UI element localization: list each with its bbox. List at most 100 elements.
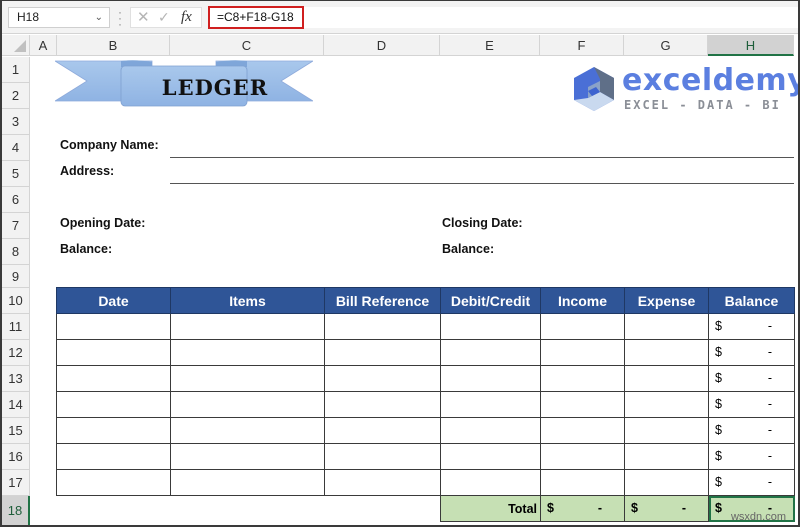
row-header-12[interactable]: 12 <box>2 340 30 366</box>
income-cell[interactable] <box>540 313 625 340</box>
debit-credit-cell[interactable] <box>440 339 541 366</box>
row-header-5[interactable]: 5 <box>2 161 30 187</box>
bill-reference-cell[interactable] <box>324 339 441 366</box>
bill-reference-cell[interactable] <box>324 417 441 444</box>
date-cell[interactable] <box>56 391 171 418</box>
row-header-15[interactable]: 15 <box>2 418 30 444</box>
balance-cell[interactable]: $ - <box>708 391 795 418</box>
currency-symbol: $ <box>715 501 722 515</box>
row-header-10[interactable]: 10 <box>2 288 30 314</box>
income-cell[interactable] <box>540 365 625 392</box>
debit-credit-cell[interactable] <box>440 313 541 340</box>
column-header-g[interactable]: G <box>624 35 708 56</box>
cancel-icon[interactable]: ✕ <box>137 8 150 27</box>
header-bill-reference[interactable]: Bill Reference <box>324 287 441 314</box>
formula-input[interactable]: =C8+F18-G18 <box>208 6 304 29</box>
column-header-h[interactable]: H <box>708 35 794 56</box>
enter-icon[interactable]: ✓ <box>158 8 170 27</box>
date-cell[interactable] <box>56 339 171 366</box>
column-header-a[interactable]: A <box>30 35 57 56</box>
items-cell[interactable] <box>170 417 325 444</box>
expense-cell[interactable] <box>624 391 709 418</box>
column-header-d[interactable]: D <box>324 35 440 56</box>
debit-credit-cell[interactable] <box>440 469 541 496</box>
row-header-4[interactable]: 4 <box>2 135 30 161</box>
table-header-row: Date Items Bill Reference Debit/Credit I… <box>56 287 795 314</box>
debit-credit-cell[interactable] <box>440 365 541 392</box>
income-cell[interactable] <box>540 443 625 470</box>
balance-cell[interactable]: $ - <box>708 443 795 470</box>
bill-reference-cell[interactable] <box>324 391 441 418</box>
column-header-e[interactable]: E <box>440 35 540 56</box>
select-all-button[interactable] <box>2 35 30 56</box>
date-cell[interactable] <box>56 313 171 340</box>
row-header-14[interactable]: 14 <box>2 392 30 418</box>
items-cell[interactable] <box>170 443 325 470</box>
header-income[interactable]: Income <box>540 287 625 314</box>
company-name-field[interactable] <box>170 157 794 158</box>
expense-cell[interactable] <box>624 469 709 496</box>
bill-reference-cell[interactable] <box>324 469 441 496</box>
row-header-11[interactable]: 11 <box>2 314 30 340</box>
balance-cell[interactable]: $ - <box>708 417 795 444</box>
row-header-1[interactable]: 1 <box>2 57 30 83</box>
income-cell[interactable] <box>540 339 625 366</box>
expense-cell[interactable] <box>624 365 709 392</box>
total-expense-cell[interactable]: $ - <box>624 495 709 522</box>
expense-cell[interactable] <box>624 417 709 444</box>
expense-cell[interactable] <box>624 443 709 470</box>
column-header-f[interactable]: F <box>540 35 624 56</box>
row-header-8[interactable]: 8 <box>2 239 30 265</box>
header-debit-credit[interactable]: Debit/Credit <box>440 287 541 314</box>
row-header-13[interactable]: 13 <box>2 366 30 392</box>
items-cell[interactable] <box>170 339 325 366</box>
header-items[interactable]: Items <box>170 287 325 314</box>
items-cell[interactable] <box>170 391 325 418</box>
total-label[interactable]: Total <box>440 495 541 522</box>
income-cell[interactable] <box>540 417 625 444</box>
row-header-7[interactable]: 7 <box>2 213 30 239</box>
formula-input-area[interactable] <box>304 7 798 28</box>
balance-cell[interactable]: $ - <box>708 313 795 340</box>
total-income-cell[interactable]: $ - <box>540 495 625 522</box>
date-cell[interactable] <box>56 417 171 444</box>
row-header-17[interactable]: 17 <box>2 470 30 496</box>
balance-cell[interactable]: $ - <box>708 339 795 366</box>
items-cell[interactable] <box>170 365 325 392</box>
header-expense[interactable]: Expense <box>624 287 709 314</box>
items-cell[interactable] <box>170 313 325 340</box>
bill-reference-cell[interactable] <box>324 313 441 340</box>
items-cell[interactable] <box>170 469 325 496</box>
empty-cell <box>57 496 171 522</box>
ledger-banner[interactable]: LEDGER <box>53 59 315 107</box>
date-cell[interactable] <box>56 365 171 392</box>
header-date[interactable]: Date <box>56 287 171 314</box>
column-header-c[interactable]: C <box>170 35 324 56</box>
address-field[interactable] <box>170 183 794 184</box>
row-header-9[interactable]: 9 <box>2 265 30 288</box>
date-cell[interactable] <box>56 443 171 470</box>
header-balance[interactable]: Balance <box>708 287 795 314</box>
bill-reference-cell[interactable] <box>324 443 441 470</box>
balance-cell[interactable]: $ - <box>708 365 795 392</box>
expense-cell[interactable] <box>624 339 709 366</box>
row-header-3[interactable]: 3 <box>2 109 30 135</box>
chevron-down-icon[interactable]: ⌄ <box>95 8 103 27</box>
bill-reference-cell[interactable] <box>324 365 441 392</box>
debit-credit-cell[interactable] <box>440 417 541 444</box>
row-header-6[interactable]: 6 <box>2 187 30 213</box>
date-cell[interactable] <box>56 469 171 496</box>
row-header-16[interactable]: 16 <box>2 444 30 470</box>
expense-cell[interactable] <box>624 313 709 340</box>
row-header-18[interactable]: 18 <box>2 496 30 525</box>
income-cell[interactable] <box>540 469 625 496</box>
income-cell[interactable] <box>540 391 625 418</box>
column-header-b[interactable]: B <box>57 35 170 56</box>
balance-cell[interactable]: $ - <box>708 469 795 496</box>
fx-icon[interactable]: fx <box>181 8 192 27</box>
debit-credit-cell[interactable] <box>440 443 541 470</box>
more-options-icon[interactable]: · · · <box>118 6 122 30</box>
name-box[interactable]: H18 ⌄ <box>8 7 110 28</box>
debit-credit-cell[interactable] <box>440 391 541 418</box>
row-header-2[interactable]: 2 <box>2 83 30 109</box>
